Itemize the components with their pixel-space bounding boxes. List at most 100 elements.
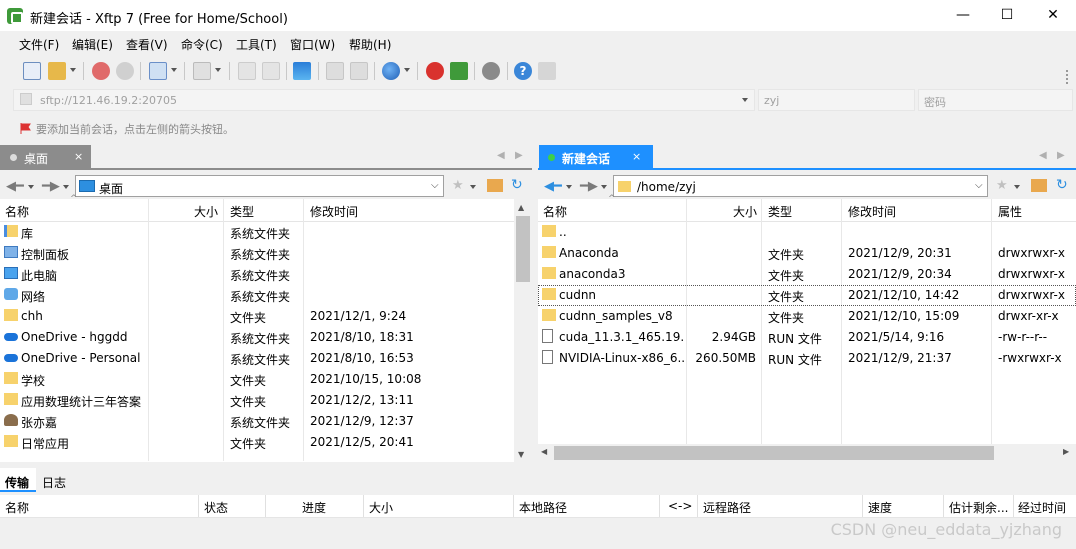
menu-tools[interactable]: 工具(T) <box>236 36 277 53</box>
chevron-down-icon[interactable] <box>28 185 34 189</box>
table-row[interactable]: OneDrive - Personal 系统文件夹 2021/8/10, 16:53 <box>0 348 514 369</box>
left-col-size[interactable]: 大小 <box>194 203 218 220</box>
left-col-modified[interactable]: 修改时间 <box>310 203 358 220</box>
scroll-down-icon[interactable]: ▼ <box>518 450 524 459</box>
chevron-down-icon[interactable] <box>404 68 410 72</box>
table-row[interactable]: anaconda3 文件夹 2021/12/9, 20:34 drwxrwxr-x <box>538 264 1076 285</box>
terminal-icon[interactable] <box>193 62 211 80</box>
help-icon[interactable]: ? <box>514 62 532 80</box>
chevron-down-icon[interactable] <box>171 68 177 72</box>
scroll-left-icon[interactable]: ◀ <box>541 447 547 456</box>
back-arrow-icon[interactable]: ◀━ <box>544 179 562 194</box>
table-row[interactable]: 控制面板 系统文件夹 <box>0 243 514 264</box>
bookmark-star-icon[interactable]: ★ <box>452 178 464 193</box>
menu-edit[interactable]: 编辑(E) <box>72 36 113 53</box>
gear-icon[interactable] <box>482 62 500 80</box>
transfer-col-elapsed[interactable]: 经过时间 <box>1018 499 1066 516</box>
refresh-icon[interactable]: ↻ <box>1056 177 1068 193</box>
tab-scroll-left-icon[interactable]: ◀ <box>497 150 505 161</box>
table-row[interactable]: .. <box>538 222 1076 243</box>
transfer-col-remaining[interactable]: 估计剩余... <box>949 499 1008 516</box>
home-folder-icon[interactable] <box>487 179 503 192</box>
maximize-button[interactable]: ☐ <box>984 0 1030 31</box>
toolbar-overflow[interactable] <box>1066 70 1068 84</box>
table-row[interactable]: 库 系统文件夹 <box>0 222 514 243</box>
tab-close-icon[interactable]: × <box>74 150 83 163</box>
chevron-down-icon[interactable] <box>742 98 748 102</box>
chevron-down-icon[interactable] <box>601 185 607 189</box>
transfer-icon[interactable] <box>293 62 311 80</box>
table-row[interactable]: 此电脑 系统文件夹 <box>0 264 514 285</box>
copy-icon[interactable] <box>238 62 256 80</box>
right-col-attr[interactable]: 属性 <box>998 203 1022 220</box>
transfer-col-local-path[interactable]: 本地路径 <box>519 499 567 516</box>
right-col-type[interactable]: 类型 <box>768 203 792 220</box>
tab-scroll-right-icon[interactable]: ▶ <box>1057 150 1065 161</box>
chevron-down-icon[interactable]: ⌵ <box>975 180 983 191</box>
refresh-icon[interactable]: ↻ <box>511 177 523 193</box>
table-row[interactable]: cuda_11.3.1_465.19.... 2.94GB RUN 文件 2021/5… <box>538 327 1076 348</box>
table-row[interactable]: NVIDIA-Linux-x86_6... 260.50MB RUN 文件 2021/… <box>538 348 1076 369</box>
tab-scroll-right-icon[interactable]: ▶ <box>515 150 523 161</box>
transfer-col-progress[interactable]: 进度 <box>302 499 326 516</box>
connect-icon[interactable] <box>92 62 110 80</box>
table-row[interactable]: OneDrive - hggdd 系统文件夹 2021/8/10, 18:31 <box>0 327 514 348</box>
table-row[interactable]: 学校 文件夹 2021/10/15, 10:08 <box>0 369 514 390</box>
menu-command[interactable]: 命令(C) <box>181 36 223 53</box>
table-row[interactable]: 张亦嘉 系统文件夹 2021/12/9, 12:37 <box>0 411 514 432</box>
right-col-modified[interactable]: 修改时间 <box>848 203 896 220</box>
chevron-down-icon[interactable] <box>1014 185 1020 189</box>
back-arrow-icon[interactable]: ◀━ <box>6 179 24 194</box>
chat-icon[interactable] <box>538 62 556 80</box>
bookmark-star-icon[interactable]: ★ <box>996 178 1008 193</box>
table-row[interactable]: chh 文件夹 2021/12/1, 9:24 <box>0 306 514 327</box>
forward-arrow-icon[interactable]: ━▶ <box>580 179 598 194</box>
home-folder-icon[interactable] <box>1031 179 1047 192</box>
chevron-down-icon[interactable] <box>63 185 69 189</box>
close-button[interactable]: ✕ <box>1030 0 1076 31</box>
chevron-down-icon[interactable] <box>215 68 221 72</box>
menu-window[interactable]: 窗口(W) <box>290 36 335 53</box>
right-col-name[interactable]: 名称 <box>543 203 567 220</box>
scroll-right-icon[interactable]: ▶ <box>1063 447 1069 456</box>
left-col-type[interactable]: 类型 <box>230 203 254 220</box>
table-row[interactable]: 网络 系统文件夹 <box>0 285 514 306</box>
tab-scroll-left-icon[interactable]: ◀ <box>1039 150 1047 161</box>
properties-icon[interactable] <box>149 62 167 80</box>
table-row[interactable]: cudnn_samples_v8 文件夹 2021/12/10, 15:09 drwx… <box>538 306 1076 327</box>
paste-icon[interactable] <box>262 62 280 80</box>
chevron-down-icon[interactable] <box>566 185 572 189</box>
transfer-col-status[interactable]: 状态 <box>204 499 228 516</box>
new-session-icon[interactable] <box>23 62 41 80</box>
transfer-col-direction[interactable]: <-> <box>668 499 692 513</box>
menu-file[interactable]: 文件(F) <box>19 36 59 53</box>
chevron-down-icon[interactable] <box>470 185 476 189</box>
right-col-size[interactable]: 大小 <box>733 203 757 220</box>
transfer-col-name[interactable]: 名称 <box>5 499 29 516</box>
xftp-icon[interactable] <box>450 62 468 80</box>
tab-close-icon[interactable]: × <box>632 150 641 163</box>
xshell-icon[interactable] <box>426 62 444 80</box>
username-field[interactable] <box>758 89 915 111</box>
table-row[interactable]: 应用数理统计三年答案 文件夹 2021/12/2, 13:11 <box>0 390 514 411</box>
transfer-col-speed[interactable]: 速度 <box>868 499 892 516</box>
disconnect-icon[interactable] <box>116 62 134 80</box>
forward-arrow-icon[interactable]: ━▶ <box>42 179 60 194</box>
menu-help[interactable]: 帮助(H) <box>349 36 391 53</box>
transfer-col-size[interactable]: 大小 <box>369 499 393 516</box>
globe-icon[interactable] <box>382 62 400 80</box>
chevron-down-icon[interactable] <box>70 68 76 72</box>
open-folder-icon[interactable] <box>48 62 66 80</box>
table-row[interactable]: cudnn 文件夹 2021/12/10, 14:42 drwxrwxr-x <box>538 285 1076 306</box>
local-path-field[interactable] <box>75 175 444 197</box>
sync-icon[interactable] <box>326 62 344 80</box>
compare-icon[interactable] <box>350 62 368 80</box>
minimize-button[interactable]: — <box>940 0 986 31</box>
tab-log[interactable]: 日志 <box>42 474 66 491</box>
scroll-up-icon[interactable]: ▲ <box>518 203 524 212</box>
table-row[interactable]: Anaconda 文件夹 2021/12/9, 20:31 drwxrwxr-x <box>538 243 1076 264</box>
right-hscrollbar-thumb[interactable] <box>554 446 994 460</box>
menu-view[interactable]: 查看(V) <box>126 36 168 53</box>
chevron-down-icon[interactable]: ⌵ <box>431 180 439 191</box>
transfer-col-remote-path[interactable]: 远程路径 <box>703 499 751 516</box>
